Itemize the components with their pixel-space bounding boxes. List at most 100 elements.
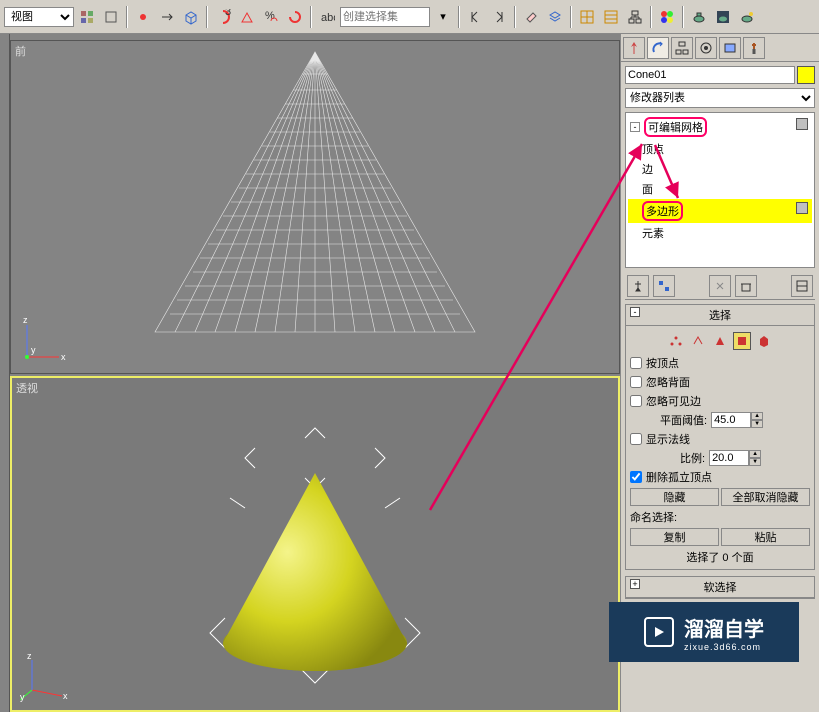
layers-icon[interactable] [544,6,566,28]
watermark-title: 溜溜自学 [684,613,764,642]
subobj-icons [630,330,810,352]
btn-unhide-all[interactable]: 全部取消隐藏 [721,488,810,506]
stack-face[interactable]: 面 [628,179,812,199]
configure-icon[interactable] [791,275,813,297]
material-icon[interactable] [656,6,678,28]
spin-up-icon-2[interactable]: ▲ [749,450,761,458]
subobj-face-icon[interactable] [711,332,729,350]
view-dropdown[interactable]: 视图 [4,7,74,27]
lbl-ignore-vis: 忽略可见边 [646,393,701,409]
lbl-del-iso: 删除孤立顶点 [646,469,712,485]
spin-down-icon[interactable]: ▼ [751,420,763,428]
axis-gizmo-persp: x z y [20,652,70,702]
modify-panel-body: 修改器列表 - 可编辑网格 顶点 边 面 多边形 元素 [621,62,819,605]
modifier-stack[interactable]: - 可编辑网格 顶点 边 面 多边形 元素 [625,112,815,268]
grid1-icon[interactable] [576,6,598,28]
svg-text:z: z [23,315,28,325]
grid2-icon[interactable] [600,6,622,28]
eraser-icon[interactable] [520,6,542,28]
chk-ignore-backface[interactable] [630,376,642,388]
render-setup-icon[interactable] [688,6,710,28]
btn-paste[interactable]: 粘贴 [721,528,810,546]
viewport-perspective[interactable]: 透视 [10,376,620,712]
make-unique-icon[interactable] [709,275,731,297]
tab-create-icon[interactable] [623,37,645,59]
cone-shaded [125,418,505,698]
object-color-swatch[interactable] [797,66,815,84]
snap-3-icon[interactable]: 3 [212,6,234,28]
arrow-icon[interactable] [156,6,178,28]
selection-count-label: 选择了 0 个面 [630,549,810,565]
svg-text:x: x [61,352,66,362]
tab-modify-icon[interactable] [647,37,669,59]
spin-up-icon[interactable]: ▲ [751,412,763,420]
tab-display-icon[interactable] [719,37,741,59]
main-toolbar: 视图 3 % abc ▾ [0,0,819,34]
stack-polygon[interactable]: 多边形 [628,199,812,223]
tab-hierarchy-icon[interactable] [671,37,693,59]
next-icon[interactable] [488,6,510,28]
tab-utilities-icon[interactable] [743,37,765,59]
stack-toolbar [625,272,815,300]
hierarchy-icon[interactable] [624,6,646,28]
viewport-label-front: 前 [15,43,26,59]
watermark: 溜溜自学 zixue.3d66.com [609,602,799,662]
svg-text:y: y [31,345,36,355]
pin-stack-icon[interactable] [627,275,649,297]
subobj-vertex-icon[interactable] [667,332,685,350]
lbl-show-norm: 显示法线 [646,431,690,447]
show-end-icon[interactable] [653,275,675,297]
tool-icon-2[interactable] [100,6,122,28]
subobj-edge-icon[interactable] [689,332,707,350]
viewport-front[interactable]: 前 x z y [10,40,620,374]
rollout-selection-header[interactable]: -选择 [626,305,814,326]
stack-vertex[interactable]: 顶点 [628,139,812,159]
watermark-url: zixue.3d66.com [684,642,764,652]
stack-edge[interactable]: 边 [628,159,812,179]
remove-mod-icon[interactable] [735,275,757,297]
text-icon[interactable]: abc [316,6,338,28]
tab-motion-icon[interactable] [695,37,717,59]
object-name-field[interactable] [625,66,795,84]
rollout-soft-header[interactable]: +软选择 [626,577,814,598]
selection-set-input[interactable] [340,7,430,27]
stack-element[interactable]: 元素 [628,223,812,243]
play-icon [644,617,674,647]
lbl-scale: 比例: [680,450,705,466]
angle-snap-icon[interactable] [236,6,258,28]
chk-delete-iso[interactable] [630,471,642,483]
svg-text:x: x [63,691,68,701]
command-panel-tabs [621,34,819,62]
prev-icon[interactable] [464,6,486,28]
percent-snap-icon[interactable]: % [260,6,282,28]
dropdown-arrow-icon[interactable]: ▾ [432,6,454,28]
spinner-snap-icon[interactable] [284,6,306,28]
box-icon[interactable] [180,6,202,28]
modifier-list-dropdown[interactable]: 修改器列表 [625,88,815,108]
svg-text:%: % [265,10,275,22]
keyframe-icon[interactable] [132,6,154,28]
render-frame-icon[interactable] [712,6,734,28]
chk-by-vertex[interactable] [630,357,642,369]
stack-editable-mesh[interactable]: - 可编辑网格 [628,115,812,139]
normal-scale-input[interactable] [709,450,749,466]
planar-threshold-input[interactable] [711,412,751,428]
svg-text:y: y [20,692,25,702]
cone-wireframe [125,42,505,342]
left-dock-strip [0,34,10,712]
svg-text:3: 3 [225,9,231,18]
lbl-planar: 平面阈值: [660,412,707,428]
chk-show-normals[interactable] [630,433,642,445]
btn-copy[interactable]: 复制 [630,528,719,546]
rollout-soft-selection: +软选择 [625,576,815,599]
quick-render-icon[interactable] [736,6,758,28]
spin-down-icon-2[interactable]: ▼ [749,458,761,466]
btn-hide[interactable]: 隐藏 [630,488,719,506]
tool-icon-1[interactable] [76,6,98,28]
chk-ignore-visible[interactable] [630,395,642,407]
svg-text:z: z [27,652,32,661]
axis-gizmo-front: x z y [19,315,69,365]
lbl-by-vertex: 按顶点 [646,355,679,371]
subobj-element-icon[interactable] [755,332,773,350]
subobj-polygon-icon[interactable] [733,332,751,350]
